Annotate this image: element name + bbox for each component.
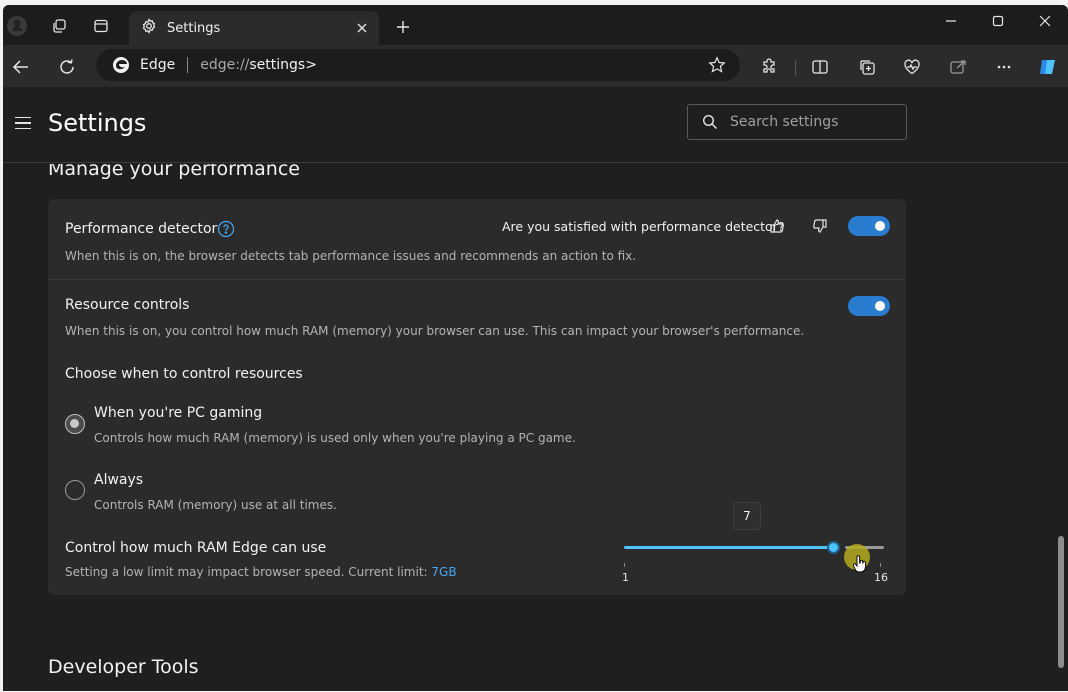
option-pc-gaming-description: Controls how much RAM (memory) is used o… bbox=[94, 431, 576, 445]
workspaces-icon[interactable] bbox=[45, 13, 73, 39]
settings-content: Manage your performance Performance dete… bbox=[3, 164, 1068, 691]
hand-cursor-icon bbox=[852, 555, 867, 577]
slider-tick-max bbox=[880, 563, 881, 567]
tab-settings[interactable]: Settings bbox=[129, 11, 379, 45]
slider-track-fill bbox=[624, 546, 831, 549]
scrollbar-thumb[interactable] bbox=[1058, 536, 1064, 668]
resource-controls-title: Resource controls bbox=[65, 297, 190, 313]
ram-control-description: Setting a low limit may impact browser s… bbox=[65, 565, 457, 579]
address-url[interactable]: edge://settings> bbox=[200, 57, 317, 73]
address-bar[interactable]: Edge edge://settings> bbox=[96, 49, 740, 81]
address-url-scheme: edge:// bbox=[200, 57, 250, 73]
slider-value-tooltip: 7 bbox=[733, 502, 761, 530]
menu-hamburger-icon[interactable] bbox=[15, 113, 35, 133]
split-screen-icon[interactable] bbox=[804, 51, 836, 83]
new-tab-icon[interactable] bbox=[389, 14, 417, 40]
slider-tick-min bbox=[624, 563, 625, 567]
extensions-icon[interactable] bbox=[753, 51, 785, 83]
choose-resources-label: Choose when to control resources bbox=[65, 366, 303, 382]
gear-icon bbox=[141, 18, 157, 38]
option-always-label[interactable]: Always bbox=[94, 472, 143, 488]
address-brand: Edge bbox=[140, 57, 176, 73]
page-title: Settings bbox=[48, 109, 147, 137]
refresh-icon[interactable] bbox=[51, 51, 83, 83]
address-separator bbox=[187, 57, 189, 73]
address-url-path: settings> bbox=[249, 57, 317, 73]
slider-min-label: 1 bbox=[622, 571, 629, 584]
performance-detector-description: When this is on, the browser detects tab… bbox=[65, 249, 637, 263]
performance-detector-title: Performance detector bbox=[65, 221, 218, 237]
toolbar-divider bbox=[795, 60, 796, 76]
thumbs-up-icon[interactable] bbox=[766, 215, 788, 237]
minimize-icon[interactable] bbox=[928, 5, 974, 37]
collections-icon[interactable] bbox=[851, 51, 883, 83]
row-divider bbox=[48, 279, 906, 280]
settings-header: Settings bbox=[3, 87, 1068, 163]
search-icon bbox=[702, 114, 718, 130]
tab-title: Settings bbox=[167, 20, 221, 36]
resource-controls-description: When this is on, you control how much RA… bbox=[65, 324, 805, 338]
share-icon[interactable] bbox=[942, 51, 974, 83]
back-arrow-icon[interactable] bbox=[5, 51, 37, 83]
performance-detector-toggle[interactable] bbox=[848, 216, 890, 236]
search-box[interactable] bbox=[687, 104, 907, 140]
performance-card: Performance detector Are you satisfied w… bbox=[48, 199, 906, 595]
tab-actions-icon[interactable] bbox=[87, 13, 115, 39]
radio-always[interactable] bbox=[65, 480, 85, 500]
option-pc-gaming-label[interactable]: When you're PC gaming bbox=[94, 405, 262, 421]
help-icon[interactable] bbox=[215, 218, 237, 240]
more-options-icon[interactable] bbox=[988, 51, 1020, 83]
thumbs-down-icon[interactable] bbox=[809, 215, 831, 237]
tab-strip: Settings bbox=[3, 5, 1068, 45]
slider-max-label: 16 bbox=[874, 571, 888, 584]
ram-description-text: Setting a low limit may impact browser s… bbox=[65, 565, 428, 579]
ram-control-title: Control how much RAM Edge can use bbox=[65, 540, 327, 556]
section-title-developer-tools: Developer Tools bbox=[48, 656, 199, 678]
close-tab-icon[interactable] bbox=[353, 19, 371, 37]
maximize-icon[interactable] bbox=[975, 5, 1021, 37]
feedback-question: Are you satisfied with performance detec… bbox=[502, 219, 785, 234]
favorite-star-icon[interactable] bbox=[708, 56, 726, 78]
option-always-description: Controls RAM (memory) use at all times. bbox=[94, 498, 337, 512]
current-limit-link[interactable]: 7GB bbox=[431, 565, 456, 579]
edge-logo-icon bbox=[112, 56, 130, 78]
browser-toolbar: Edge edge://settings> bbox=[3, 45, 1068, 87]
profile-avatar-icon[interactable] bbox=[3, 13, 31, 39]
copilot-icon[interactable] bbox=[1032, 51, 1064, 83]
resource-controls-toggle[interactable] bbox=[848, 296, 890, 316]
slider-thumb[interactable] bbox=[827, 541, 840, 554]
close-window-icon[interactable] bbox=[1022, 5, 1068, 37]
browser-window: Settings Edge edge://settings> Settings … bbox=[3, 5, 1068, 691]
section-title-performance: Manage your performance bbox=[48, 164, 300, 180]
browser-essentials-icon[interactable] bbox=[896, 51, 928, 83]
radio-pc-gaming[interactable] bbox=[65, 414, 85, 434]
search-input[interactable] bbox=[730, 114, 900, 130]
